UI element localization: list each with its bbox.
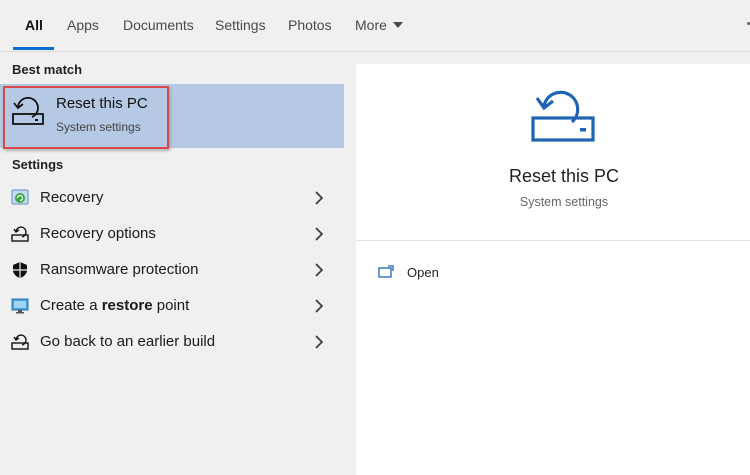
tab-apps[interactable]: Apps (67, 0, 99, 50)
preview-subtitle: System settings (519, 195, 609, 209)
divider (356, 240, 750, 241)
chevron-right-icon (315, 335, 324, 349)
list-item-go-back-earlier-build[interactable]: Go back to an earlier build (0, 323, 344, 359)
tab-more[interactable]: More (355, 0, 403, 50)
highlight-annotation (3, 86, 169, 149)
list-item-label: Recovery (40, 189, 104, 206)
settings-heading: Settings (12, 157, 64, 172)
preview-pane: Reset this PC System settings Open (356, 64, 750, 475)
list-item-ransomware-protection[interactable]: Ransomware protection (0, 251, 344, 287)
tab-settings[interactable]: Settings (215, 0, 266, 50)
search-filter-tabs: All Apps Documents Settings Photos More (0, 0, 750, 52)
open-button[interactable]: Open (378, 260, 439, 284)
reset-pc-icon (531, 90, 595, 142)
open-window-icon (378, 265, 394, 278)
reset-pc-icon (11, 334, 29, 350)
label-bold-term: restore (101, 297, 153, 314)
label-prefix: Create a (40, 297, 102, 314)
preview-title: Reset this PC (508, 166, 620, 186)
list-item-label: Ransomware protection (40, 261, 199, 278)
label-suffix: point (152, 297, 190, 314)
list-item-recovery-options[interactable]: Recovery options (0, 215, 344, 251)
chevron-right-icon (315, 299, 324, 313)
monitor-icon (11, 298, 29, 314)
list-item-recovery[interactable]: Recovery (0, 179, 344, 215)
recovery-icon (11, 189, 29, 205)
tab-photos[interactable]: Photos (288, 0, 332, 50)
tab-documents[interactable]: Documents (123, 0, 194, 50)
tab-all[interactable]: All (25, 0, 43, 50)
shield-icon (13, 262, 27, 278)
list-item-label: Create a restore point (40, 297, 189, 314)
open-label: Open (407, 264, 439, 280)
chevron-down-icon (392, 22, 403, 28)
reset-pc-icon (11, 226, 29, 242)
active-tab-indicator (13, 47, 54, 50)
results-list: Best match Reset this PC System settings… (0, 53, 344, 475)
chevron-right-icon (315, 263, 324, 277)
tab-more-label: More (355, 17, 387, 33)
list-item-label: Go back to an earlier build (40, 333, 216, 350)
best-match-heading: Best match (12, 62, 83, 77)
list-item-create-restore-point[interactable]: Create a restore point (0, 287, 344, 323)
list-item-label: Recovery options (40, 225, 156, 242)
chevron-right-icon (315, 227, 324, 241)
chevron-right-icon (315, 191, 324, 205)
